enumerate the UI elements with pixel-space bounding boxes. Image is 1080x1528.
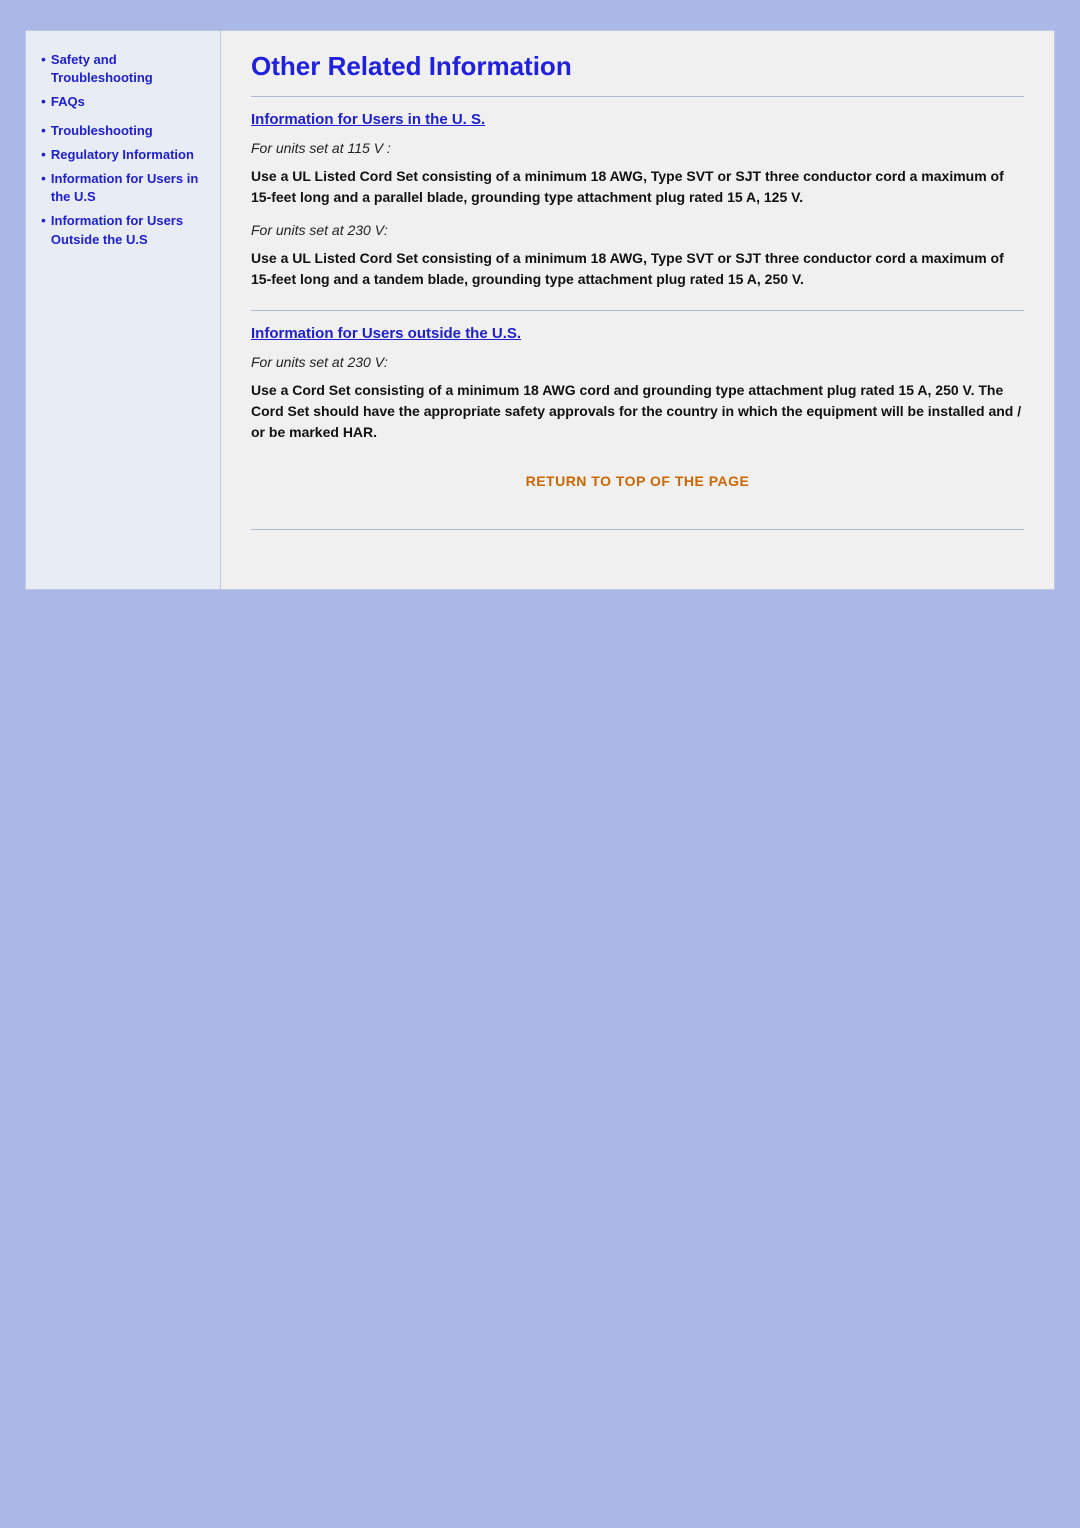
sidebar-group-2: Troubleshooting Regulatory Information I… <box>41 122 210 249</box>
us-section: Information for Users in the U. S. For u… <box>251 111 1024 290</box>
sidebar-item-info-outside-us[interactable]: Information for Users Outside the U.S <box>41 212 210 248</box>
outside-us-230v-label: For units set at 230 V: <box>251 354 1024 370</box>
sidebar-link-troubleshooting[interactable]: Troubleshooting <box>51 122 153 140</box>
us-section-heading: Information for Users in the U. S. <box>251 111 1024 128</box>
divider-top <box>251 96 1024 97</box>
page-wrapper: Safety and Troubleshooting FAQs Troubles… <box>0 0 1080 620</box>
page-title: Other Related Information <box>251 51 1024 82</box>
sidebar-group-1: Safety and Troubleshooting FAQs <box>41 51 210 112</box>
us-115v-body: Use a UL Listed Cord Set consisting of a… <box>251 166 1024 208</box>
sidebar-link-info-outside-us[interactable]: Information for Users Outside the U.S <box>51 212 210 248</box>
sidebar-link-regulatory[interactable]: Regulatory Information <box>51 146 194 164</box>
us-230v-body: Use a UL Listed Cord Set consisting of a… <box>251 248 1024 290</box>
outside-us-230v-body: Use a Cord Set consisting of a minimum 1… <box>251 380 1024 443</box>
sidebar-item-faqs[interactable]: FAQs <box>41 93 210 111</box>
us-115v-label: For units set at 115 V : <box>251 140 1024 156</box>
main-content: Other Related Information Information fo… <box>221 31 1054 589</box>
sidebar-item-regulatory[interactable]: Regulatory Information <box>41 146 210 164</box>
sidebar: Safety and Troubleshooting FAQs Troubles… <box>26 31 221 589</box>
sidebar-link-info-us[interactable]: Information for Users in the U.S <box>51 170 210 206</box>
sidebar-item-troubleshooting[interactable]: Troubleshooting <box>41 122 210 140</box>
outside-us-section-heading: Information for Users outside the U.S. <box>251 325 1024 342</box>
outside-us-section: Information for Users outside the U.S. F… <box>251 325 1024 443</box>
content-box: Safety and Troubleshooting FAQs Troubles… <box>25 30 1055 590</box>
sidebar-link-safety[interactable]: Safety and Troubleshooting <box>51 51 210 87</box>
sidebar-item-safety[interactable]: Safety and Troubleshooting <box>41 51 210 87</box>
return-to-top-link[interactable]: RETURN TO TOP OF THE PAGE <box>251 473 1024 489</box>
sidebar-link-faqs[interactable]: FAQs <box>51 93 85 111</box>
divider-middle <box>251 310 1024 311</box>
divider-bottom <box>251 529 1024 530</box>
us-230v-label: For units set at 230 V: <box>251 222 1024 238</box>
sidebar-item-info-us[interactable]: Information for Users in the U.S <box>41 170 210 206</box>
